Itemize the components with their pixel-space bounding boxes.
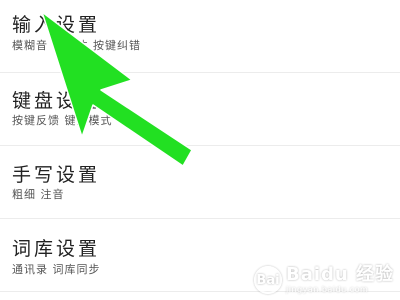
baidu-jingyan-watermark: Bai Baidu 经验 jingyan.baidu.com <box>253 266 394 294</box>
settings-item-subtitle: 通讯录 词库同步 <box>12 263 101 276</box>
settings-list: 输入设置 模糊音 候繁体 按键纠错 键盘设置 按键反馈 键盘模式 手写设置 粗细… <box>0 0 400 292</box>
settings-item-title: 手写设置 <box>12 164 101 186</box>
settings-item-input[interactable]: 输入设置 模糊音 候繁体 按键纠错 <box>0 0 400 73</box>
settings-item-title: 键盘设置 <box>12 90 101 112</box>
settings-item-title: 词库设置 <box>12 238 101 260</box>
settings-item-keyboard[interactable]: 键盘设置 按键反馈 键盘模式 <box>0 73 400 146</box>
settings-item-subtitle: 粗细 注音 <box>12 188 65 201</box>
paw-logo-icon: Bai <box>253 266 282 294</box>
settings-item-handwriting[interactable]: 手写设置 粗细 注音 <box>0 146 400 219</box>
settings-item-subtitle: 按键反馈 键盘模式 <box>12 114 113 127</box>
watermark-url: jingyan.baidu.com <box>285 285 369 294</box>
watermark-text: Baidu 经验 jingyan.baidu.com <box>286 266 394 294</box>
settings-item-subtitle: 模糊音 候繁体 按键纠错 <box>12 39 141 52</box>
watermark-title: Baidu 经验 <box>285 264 394 285</box>
settings-item-title: 输入设置 <box>12 14 101 36</box>
